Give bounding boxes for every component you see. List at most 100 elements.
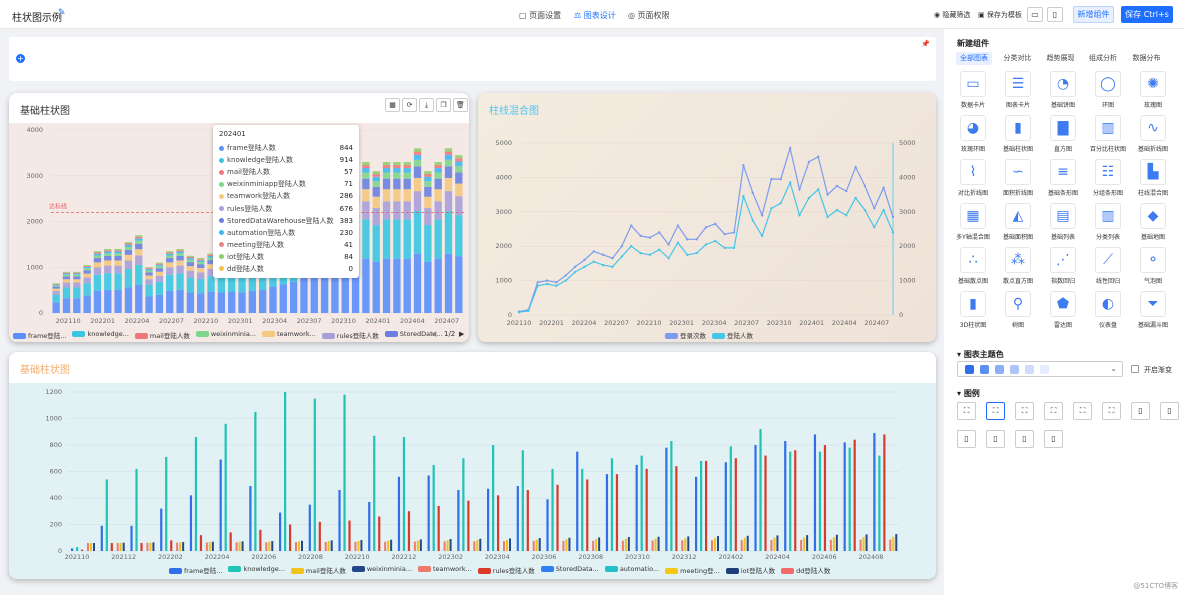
chart-type-item[interactable]: ⚬ 气泡图: [1132, 247, 1174, 291]
bar-segment: [114, 251, 122, 254]
chart-type-item[interactable]: ∴ 基础散点图: [952, 247, 994, 291]
legend-position-icon[interactable]: ⛶: [1073, 402, 1092, 420]
bar-segment: [186, 262, 195, 267]
legend-position-icon[interactable]: ▯: [957, 430, 976, 448]
legend-item[interactable]: teamwork...: [262, 330, 316, 340]
mobile-view-icon[interactable]: ▯: [1047, 7, 1063, 22]
legend-item[interactable]: dd登陆人数: [781, 565, 830, 575]
chart-type-item[interactable]: ◆ 基础地图: [1132, 203, 1174, 247]
chart-card-basic-bar-2[interactable]: 基础柱状图 0 200 400 600 800 1000 1200 202110 202112 2…: [9, 352, 936, 579]
legend-item[interactable]: mail登陆人数: [290, 565, 346, 575]
bar: [823, 445, 827, 551]
chart-type-item[interactable]: ◐ 仪表盘: [1087, 291, 1129, 335]
legend-item[interactable]: rules登陆人数: [477, 565, 535, 575]
legend-item[interactable]: iot登陆人数: [725, 565, 775, 575]
chart-type-item[interactable]: ▙ 柱线混合图: [1132, 159, 1174, 203]
legend-item[interactable]: frame登陆...: [13, 330, 66, 340]
panel-tab[interactable]: 组成分析: [1084, 52, 1122, 65]
panel-tab[interactable]: 趋势展现: [1042, 52, 1079, 65]
legend-position-icon[interactable]: ⛶: [957, 402, 976, 420]
chart-type-item[interactable]: ⁂ 散点直方图: [997, 247, 1039, 291]
hide-filter-button[interactable]: ◉ 隐藏筛选: [934, 10, 970, 20]
add-filter-button[interactable]: +: [16, 54, 25, 63]
gradient-checkbox[interactable]: [1131, 365, 1139, 373]
legend-prev-icon[interactable]: ◀: [431, 330, 436, 338]
legend-position-icon[interactable]: ▯: [986, 430, 1005, 448]
tab-chart-design[interactable]: ⚖ 图表设计: [574, 10, 616, 21]
chart-type-item[interactable]: ▥ 分类列表: [1087, 203, 1129, 247]
chart-type-item[interactable]: ▤ 基础列表: [1042, 203, 1084, 247]
legend-item[interactable]: 登陆人数: [712, 330, 753, 340]
edit-title-icon[interactable]: ✎: [58, 8, 66, 18]
legend-position-icon[interactable]: ▯: [1131, 402, 1150, 420]
legend-position-icon[interactable]: ⛶: [1102, 402, 1121, 420]
legend-item[interactable]: weixinminia...: [195, 330, 256, 340]
y-tick-label: 4000: [495, 173, 512, 181]
legend-position-icon[interactable]: ⛶: [986, 402, 1005, 420]
legend-item[interactable]: automatio...: [604, 565, 659, 575]
desktop-view-icon[interactable]: ▭: [1027, 7, 1043, 22]
chart-type-item[interactable]: ☰ 图表卡片: [997, 71, 1039, 115]
chart-type-item[interactable]: ▇ 直方图: [1042, 115, 1084, 159]
chart-card-bar-line-mix[interactable]: 柱线混合图 0 0 1000 1000 2000 2000 3000 3000 4000 4000…: [478, 93, 936, 342]
download-icon[interactable]: ⤓: [419, 98, 434, 112]
bar-segment: [413, 210, 422, 254]
chart-type-item[interactable]: ⏷ 基础漏斗图: [1132, 291, 1174, 335]
bar: [645, 468, 648, 551]
chart-type-item[interactable]: ⬟ 雷达图: [1042, 291, 1084, 335]
legend-item[interactable]: frame登陆...: [169, 565, 222, 575]
chart-type-icon: ☷: [1095, 159, 1121, 185]
legend-item[interactable]: 登录次数: [665, 330, 706, 340]
save-template-button[interactable]: ▣ 保存为模板: [978, 10, 1022, 20]
chart-type-item[interactable]: ▦ 多Y轴混合图: [952, 203, 994, 247]
bar-segment: [455, 161, 463, 167]
table-view-icon[interactable]: ▦: [385, 98, 400, 112]
chart-type-item[interactable]: ⋰ 指数回归: [1042, 247, 1084, 291]
legend-position-icon[interactable]: ▯: [1044, 430, 1063, 448]
chart-type-item[interactable]: ✺ 玫瑰图: [1132, 71, 1174, 115]
chart-type-item[interactable]: ⟋ 线性回归: [1087, 247, 1129, 291]
legend-position-icon[interactable]: ⛶: [1044, 402, 1063, 420]
data-point: [658, 231, 661, 234]
panel-tab[interactable]: 分类对比: [999, 52, 1036, 65]
chart-type-item[interactable]: ▭ 数据卡片: [952, 71, 994, 115]
x-tick-label: 202304: [485, 553, 510, 561]
legend-item[interactable]: StoredData...: [540, 565, 599, 575]
chart-type-item[interactable]: ▮ 基础柱状图: [997, 115, 1039, 159]
chart-type-item[interactable]: ☷ 分组条形图: [1087, 159, 1129, 203]
panel-tab[interactable]: 数据分布: [1128, 52, 1165, 65]
delete-icon[interactable]: 🗑: [453, 98, 468, 112]
tab-page-permissions[interactable]: ◎ 页面权限: [628, 10, 670, 21]
legend-position-icon[interactable]: ▯: [1160, 402, 1179, 420]
copy-icon[interactable]: ❐: [436, 98, 451, 112]
legend-item[interactable]: weixinminia...: [351, 565, 412, 575]
chart-type-item[interactable]: ⌇ 对比折线图: [952, 159, 994, 203]
refresh-icon[interactable]: ⟳: [402, 98, 417, 112]
chart-type-item[interactable]: ◕ 玫瑰环图: [952, 115, 994, 159]
save-button[interactable]: 保存 Ctrl+s: [1121, 6, 1173, 23]
legend-item[interactable]: meeting登...: [665, 565, 720, 575]
chart-type-item[interactable]: ⚲ 树图: [997, 291, 1039, 335]
chart-type-item[interactable]: ▮ 3D柱状图: [952, 291, 994, 335]
chart-type-item[interactable]: ∿ 基础折线图: [1132, 115, 1174, 159]
legend-item[interactable]: knowledge...: [228, 565, 285, 575]
chart-type-item[interactable]: ◔ 基础饼图: [1042, 71, 1084, 115]
legend-item[interactable]: rules登陆人数: [321, 330, 379, 340]
legend-item[interactable]: teamwork...: [418, 565, 472, 575]
legend-next-icon[interactable]: ▶: [459, 330, 464, 338]
chart-type-item[interactable]: ◭ 基础面积图: [997, 203, 1039, 247]
tab-page-settings[interactable]: ▢ 页面设置: [519, 10, 561, 21]
chart-type-item[interactable]: ∽ 面积折线图: [997, 159, 1039, 203]
chart-type-item[interactable]: ▥ 百分比柱状图: [1087, 115, 1129, 159]
legend-item[interactable]: knowledge...: [72, 330, 129, 340]
bar-segment: [186, 255, 195, 257]
legend-position-icon[interactable]: ▯: [1015, 430, 1034, 448]
legend-item[interactable]: mail登陆人数: [134, 330, 190, 340]
new-component-button[interactable]: 新增组件: [1073, 6, 1114, 23]
legend-position-icon[interactable]: ⛶: [1015, 402, 1034, 420]
chart-type-item[interactable]: ≡ 基础条形图: [1042, 159, 1084, 203]
panel-tab[interactable]: 全部图表: [956, 52, 992, 65]
bar: [360, 540, 363, 551]
chart-type-item[interactable]: ◯ 环图: [1087, 71, 1129, 115]
pin-icon[interactable]: 📌: [921, 40, 930, 48]
